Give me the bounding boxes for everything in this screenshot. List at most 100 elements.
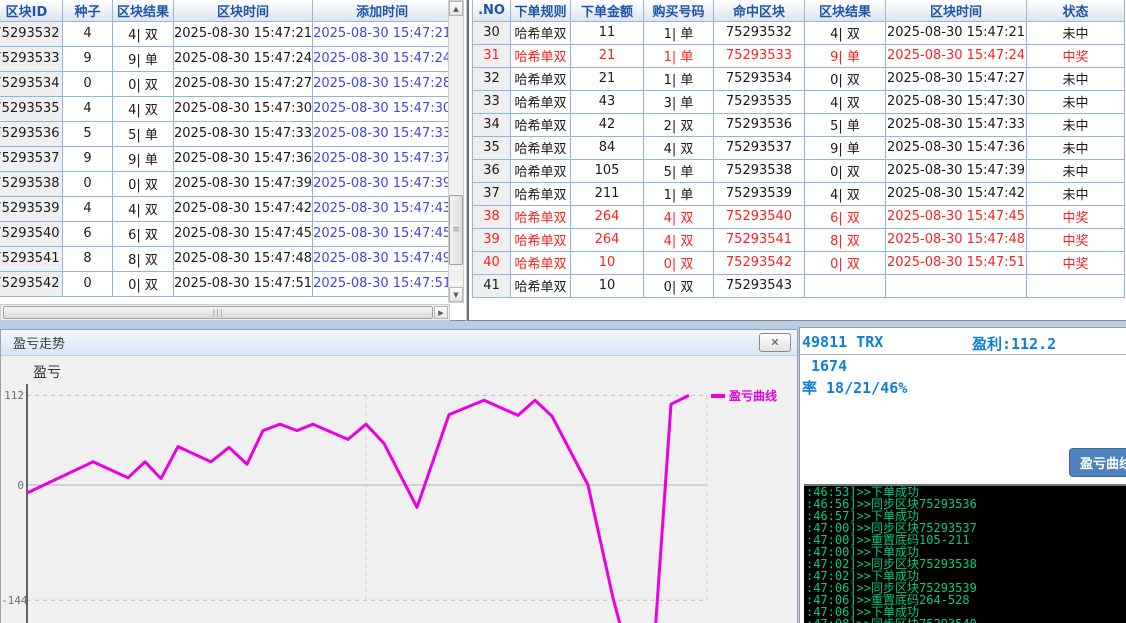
column-header[interactable]: 命中区块 xyxy=(714,0,805,21)
cell: 4| 双 xyxy=(805,182,886,205)
cell: 21 xyxy=(571,44,644,67)
cell: 2025-08-30 15:47:24 xyxy=(886,44,1027,67)
cell: 4 xyxy=(63,21,113,46)
vertical-scroll-thumb[interactable]: ≡ xyxy=(449,195,463,265)
table-row[interactable]: 33哈希单双433| 单752935354| 双2025-08-30 15:47… xyxy=(473,90,1125,113)
cell: 1| 单 xyxy=(644,44,714,67)
cell: 2025-08-30 15:47:45 xyxy=(313,221,452,246)
cell: 75293542 xyxy=(714,251,805,274)
column-header[interactable]: 状态 xyxy=(1027,0,1125,21)
cell: 5| 单 xyxy=(113,121,174,146)
vertical-scrollbar[interactable]: ▲ ≡ ▼ xyxy=(448,0,464,303)
column-header[interactable]: 区块时间 xyxy=(886,0,1027,21)
y-axis-title: 盈亏 xyxy=(33,362,61,382)
table-row[interactable]: 32哈希单双211| 单752935340| 双2025-08-30 15:47… xyxy=(473,67,1125,90)
table-row[interactable]: 7529353244| 双2025-08-30 15:47:212025-08-… xyxy=(0,21,452,46)
profit-curve-button[interactable]: 盈亏曲线 xyxy=(1069,448,1126,477)
cell: 75293535 xyxy=(0,96,63,121)
table-row[interactable]: 7529354188| 双2025-08-30 15:47:482025-08-… xyxy=(0,246,452,271)
cell: 2025-08-30 15:47:30 xyxy=(174,96,313,121)
column-header[interactable]: 下单金额 xyxy=(571,0,644,21)
table-row[interactable]: 41哈希单双100| 双75293543 xyxy=(473,274,1125,297)
window-titlebar[interactable]: 盈亏走势 ✕ xyxy=(1,330,797,356)
cell xyxy=(1027,274,1125,297)
cell: 33 xyxy=(473,90,511,113)
cell: 哈希单双 xyxy=(511,274,571,297)
column-header[interactable]: 区块时间 xyxy=(174,0,313,21)
cell: 2025-08-30 15:47:43 xyxy=(313,196,452,221)
scroll-down-icon[interactable]: ▼ xyxy=(449,287,463,302)
table-row[interactable]: 7529353799| 单2025-08-30 15:47:362025-08-… xyxy=(0,146,452,171)
cell: 36 xyxy=(473,159,511,182)
column-header[interactable]: 下单规则 xyxy=(511,0,571,21)
table-row[interactable]: 37哈希单双2111| 单752935394| 双2025-08-30 15:4… xyxy=(473,182,1125,205)
table-row[interactable]: 7529353544| 双2025-08-30 15:47:302025-08-… xyxy=(0,96,452,121)
table-row[interactable]: 7529353399| 单2025-08-30 15:47:242025-08-… xyxy=(0,46,452,71)
cell: 未中 xyxy=(1027,159,1125,182)
table-row[interactable]: 31哈希单双211| 单752935339| 单2025-08-30 15:47… xyxy=(473,44,1125,67)
table-row[interactable]: 40哈希单双100| 双752935420| 双2025-08-30 15:47… xyxy=(473,251,1125,274)
table-row[interactable]: 7529354066| 双2025-08-30 15:47:452025-08-… xyxy=(0,221,452,246)
table-row[interactable]: 36哈希单双1055| 单752935380| 双2025-08-30 15:4… xyxy=(473,159,1125,182)
cell: 75293537 xyxy=(0,146,63,171)
close-icon[interactable]: ✕ xyxy=(759,333,791,352)
cell: 264 xyxy=(571,205,644,228)
scroll-up-icon[interactable]: ▲ xyxy=(449,1,463,16)
horizontal-scrollbar[interactable]: ||| ▶ xyxy=(0,304,450,321)
cell: 9 xyxy=(63,46,113,71)
column-header[interactable]: 购买号码 xyxy=(644,0,714,21)
table-row[interactable]: 7529354200| 双2025-08-30 15:47:512025-08-… xyxy=(0,271,452,296)
cell: 6 xyxy=(63,221,113,246)
cell: 2025-08-30 15:47:33 xyxy=(174,121,313,146)
cell: 75293538 xyxy=(714,159,805,182)
horizontal-scroll-thumb[interactable]: ||| xyxy=(3,306,433,319)
cell: 2025-08-30 15:47:24 xyxy=(313,46,452,71)
cell: 0| 双 xyxy=(805,159,886,182)
column-header[interactable]: .NO xyxy=(473,0,511,21)
cell: 34 xyxy=(473,113,511,136)
log-console: :46:53]>>下单成功:46:56]>>同步区块75293536:46:57… xyxy=(804,484,1126,623)
cell: 中奖 xyxy=(1027,228,1125,251)
table-row[interactable]: 34哈希单双422| 双752935365| 单2025-08-30 15:47… xyxy=(473,113,1125,136)
column-header[interactable]: 添加时间 xyxy=(313,0,452,21)
cell: 8| 双 xyxy=(805,228,886,251)
cell: 4| 双 xyxy=(113,196,174,221)
table-row[interactable]: 39哈希单双2644| 双752935418| 双2025-08-30 15:4… xyxy=(473,228,1125,251)
cell: 未中 xyxy=(1027,182,1125,205)
table-row[interactable]: 7529353800| 双2025-08-30 15:47:392025-08-… xyxy=(0,171,452,196)
window-title: 盈亏走势 xyxy=(13,333,65,352)
cell: 21 xyxy=(571,67,644,90)
cell: 75293532 xyxy=(714,21,805,44)
cell: 2025-08-30 15:47:37 xyxy=(313,146,452,171)
cell: 未中 xyxy=(1027,21,1125,44)
column-header[interactable]: 区块结果 xyxy=(113,0,174,21)
cell: 2025-08-30 15:47:39 xyxy=(313,171,452,196)
cell: 75293535 xyxy=(714,90,805,113)
cell: 中奖 xyxy=(1027,44,1125,67)
column-header[interactable]: 种子 xyxy=(63,0,113,21)
scroll-right-icon[interactable]: ▶ xyxy=(434,306,448,319)
cell: 75293540 xyxy=(714,205,805,228)
cell: 1| 单 xyxy=(644,182,714,205)
cell: 10 xyxy=(571,274,644,297)
table-row[interactable]: 35哈希单双844| 双752935379| 单2025-08-30 15:47… xyxy=(473,136,1125,159)
column-header[interactable]: 区块结果 xyxy=(805,0,886,21)
table-row[interactable]: 38哈希单双2644| 双752935406| 双2025-08-30 15:4… xyxy=(473,205,1125,228)
column-header[interactable]: 区块ID xyxy=(0,0,63,21)
table-row[interactable]: 30哈希单双111| 单752935324| 双2025-08-30 15:47… xyxy=(473,21,1125,44)
cell: 75293539 xyxy=(714,182,805,205)
y-axis-tick: -144 xyxy=(1,594,24,607)
cell: 4| 双 xyxy=(805,90,886,113)
cell: 2| 双 xyxy=(644,113,714,136)
table-row[interactable]: 7529353944| 双2025-08-30 15:47:422025-08-… xyxy=(0,196,452,221)
table-row[interactable]: 7529353655| 单2025-08-30 15:47:332025-08-… xyxy=(0,121,452,146)
table-row[interactable]: 7529353400| 双2025-08-30 15:47:272025-08-… xyxy=(0,71,452,96)
cell: 5| 单 xyxy=(644,159,714,182)
cell: 75293542 xyxy=(0,271,63,296)
cell: 0| 双 xyxy=(805,251,886,274)
cell: 未中 xyxy=(1027,136,1125,159)
cell: 75293540 xyxy=(0,221,63,246)
cell: 2025-08-30 15:47:42 xyxy=(886,182,1027,205)
legend-label: 盈亏曲线 xyxy=(729,387,777,404)
cell: 10 xyxy=(571,251,644,274)
